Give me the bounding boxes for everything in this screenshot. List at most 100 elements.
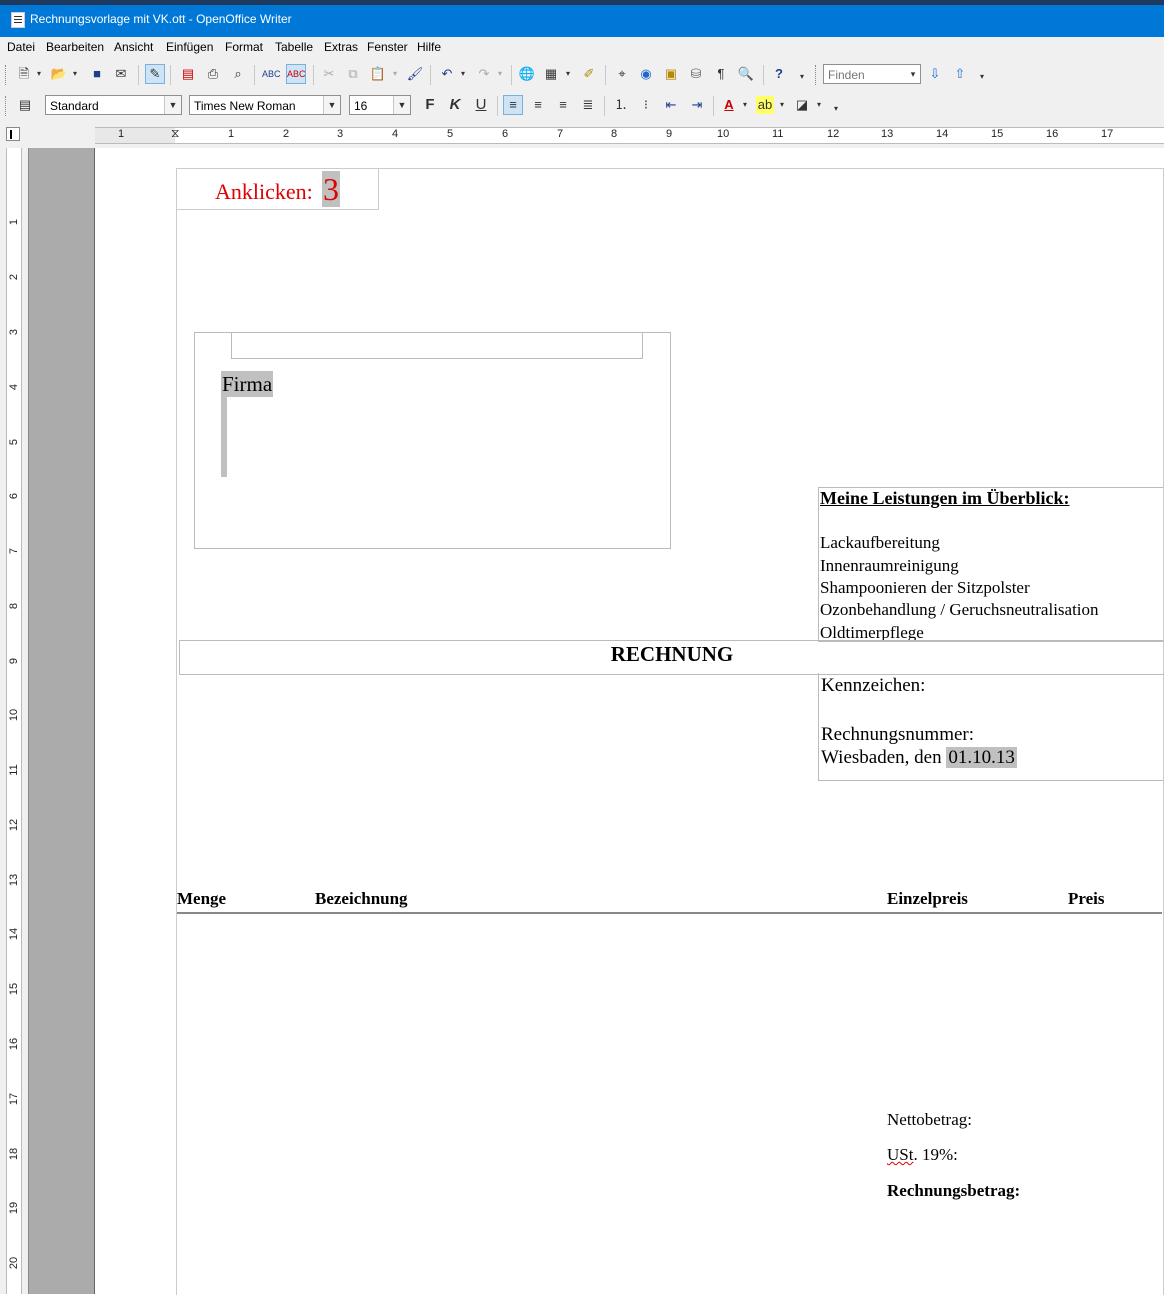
ruler-label: 9 xyxy=(8,657,20,665)
cut-icon[interactable]: ✂ xyxy=(320,65,338,83)
justify-icon[interactable]: ≣ xyxy=(579,96,597,114)
formatting-marks-icon[interactable]: ¶ xyxy=(712,65,730,83)
paste-icon[interactable]: 📋 xyxy=(369,65,387,83)
new-document-icon[interactable]: 🗎 xyxy=(15,65,33,83)
menu-fenster[interactable]: Fenster xyxy=(367,40,408,54)
navigator-icon[interactable]: ◉ xyxy=(637,65,655,83)
menu-hilfe[interactable]: Hilfe xyxy=(417,40,441,54)
vertical-ruler[interactable]: 1 2 3 4 5 6 7 8 9 10 11 12 13 14 15 16 1… xyxy=(0,148,28,1294)
gallery-icon[interactable]: ▣ xyxy=(662,65,680,83)
save-icon[interactable]: ■ xyxy=(88,65,106,83)
date-field[interactable]: 01.10.13 xyxy=(946,747,1017,768)
numbering-icon[interactable]: ⒈ xyxy=(612,96,630,114)
autospellcheck-icon[interactable]: ABC xyxy=(286,64,306,84)
horizontal-ruler[interactable]: 1 ⧖ 1 2 3 4 5 6 7 8 9 10 11 12 13 14 15 … xyxy=(0,122,1164,148)
highlighting-icon[interactable]: ab xyxy=(756,96,774,114)
edit-mode-icon[interactable]: ✎ xyxy=(145,64,165,84)
align-left-icon[interactable]: ≡ xyxy=(503,95,523,115)
toolbar-grip[interactable] xyxy=(5,96,9,116)
recipient-firma-field[interactable]: Firma xyxy=(221,371,274,397)
ruler-label: 14 xyxy=(936,128,949,140)
indent-marker-icon[interactable]: ⧖ xyxy=(171,126,179,141)
tab-type-icon[interactable] xyxy=(6,127,20,141)
paragraph-style-value: Standard xyxy=(50,99,99,113)
find-previous-icon[interactable]: ⇧ xyxy=(951,65,969,83)
ruler-label: 15 xyxy=(8,982,20,996)
new-dropdown-icon[interactable]: ▾ xyxy=(34,65,44,83)
menu-bearbeiten[interactable]: Bearbeiten xyxy=(46,40,104,54)
redo-dropdown-icon[interactable]: ▾ xyxy=(495,65,505,83)
open-dropdown-icon[interactable]: ▾ xyxy=(70,65,80,83)
highlighting-dropdown-icon[interactable]: ▾ xyxy=(777,96,787,114)
ruler-label: 2 xyxy=(283,128,290,140)
increase-indent-icon[interactable]: ⇥ xyxy=(688,96,706,114)
anklicken-value[interactable]: 3 xyxy=(322,171,340,207)
copy-icon[interactable]: ⧉ xyxy=(344,65,362,83)
toolbar-grip[interactable] xyxy=(815,65,819,85)
align-center-icon[interactable]: ≡ xyxy=(529,96,547,114)
chevron-down-icon[interactable]: ▼ xyxy=(323,96,340,114)
rechnung-title-frame[interactable]: RECHNUNG xyxy=(179,640,1164,675)
table-icon[interactable]: ▦ xyxy=(542,65,560,83)
column-header-bezeichnung: Bezeichnung xyxy=(315,889,408,908)
table-dropdown-icon[interactable]: ▾ xyxy=(563,65,573,83)
ruler-left-margin xyxy=(95,127,175,144)
address-placeholder-field[interactable] xyxy=(221,397,227,477)
ruler-label: 5 xyxy=(447,128,454,140)
redo-icon[interactable]: ↷ xyxy=(475,65,493,83)
help-icon[interactable]: ? xyxy=(770,65,788,83)
menu-datei[interactable]: Datei xyxy=(7,40,35,54)
anklicken-field[interactable]: Anklicken: 3 xyxy=(176,168,379,210)
email-icon[interactable]: ✉ xyxy=(112,65,130,83)
export-pdf-icon[interactable]: ▤ xyxy=(179,65,197,83)
column-header-menge: Menge xyxy=(177,889,227,908)
data-sources-icon[interactable]: ⛁ xyxy=(687,65,705,83)
styles-formatting-icon[interactable]: ▤ xyxy=(16,96,34,114)
ruler-label: 15 xyxy=(991,128,1004,140)
find-next-icon[interactable]: ⇩ xyxy=(926,65,944,83)
chevron-down-icon[interactable]: ▼ xyxy=(393,96,410,114)
background-color-dropdown-icon[interactable]: ▾ xyxy=(814,96,824,114)
invoice-info-frame[interactable]: Kennzeichen: Rechnungsnummer: Wiesbaden,… xyxy=(818,673,1163,781)
page-preview-icon[interactable]: ⌕ xyxy=(229,65,247,83)
sender-line-frame[interactable] xyxy=(231,333,643,359)
separator xyxy=(605,65,606,85)
zoom-icon[interactable]: 🔍 xyxy=(737,65,755,83)
menu-einfuegen[interactable]: Einfügen xyxy=(166,40,213,54)
background-color-icon[interactable]: ◪ xyxy=(793,96,811,114)
draw-functions-icon[interactable]: ✐ xyxy=(580,65,598,83)
font-color-icon[interactable]: A xyxy=(720,96,738,114)
decrease-indent-icon[interactable]: ⇤ xyxy=(662,96,680,114)
font-color-dropdown-icon[interactable]: ▾ xyxy=(740,96,750,114)
find-dropdown-icon[interactable]: ▾ xyxy=(905,65,921,83)
spellcheck-icon[interactable]: ABC xyxy=(262,65,281,83)
open-folder-icon[interactable]: 📂 xyxy=(50,65,68,83)
align-right-icon[interactable]: ≡ xyxy=(554,96,572,114)
menu-format[interactable]: Format xyxy=(225,40,263,54)
clone-format-icon[interactable]: 🖌 xyxy=(406,65,424,83)
menu-extras[interactable]: Extras xyxy=(324,40,358,54)
toolbar-grip[interactable] xyxy=(5,65,9,85)
address-frame[interactable]: Firma xyxy=(194,332,671,549)
format-toolbar-overflow-icon[interactable]: ▾ xyxy=(831,100,841,118)
bullets-icon[interactable]: ⁝ xyxy=(637,96,655,114)
italic-button[interactable]: K xyxy=(446,96,464,114)
hyperlink-icon[interactable]: 🌐 xyxy=(518,65,536,83)
underline-button[interactable]: U xyxy=(472,96,490,114)
chevron-down-icon[interactable]: ▼ xyxy=(164,96,181,114)
toolbar-overflow-icon[interactable]: ▾ xyxy=(797,68,807,86)
leistungen-frame[interactable]: Meine Leistungen im Überblick: Lackaufbe… xyxy=(818,487,1163,642)
find-toolbar-overflow-icon[interactable]: ▾ xyxy=(977,68,987,86)
print-icon[interactable]: ⎙ xyxy=(204,65,222,83)
menu-ansicht[interactable]: Ansicht xyxy=(114,40,153,54)
font-name-select[interactable]: Times New Roman ▼ xyxy=(189,95,341,115)
ruler-label: 19 xyxy=(8,1201,20,1215)
undo-dropdown-icon[interactable]: ▾ xyxy=(458,65,468,83)
bold-button[interactable]: F xyxy=(421,96,439,114)
undo-icon[interactable]: ↶ xyxy=(438,65,456,83)
font-size-select[interactable]: 16 ▼ xyxy=(349,95,411,115)
menu-tabelle[interactable]: Tabelle xyxy=(275,40,313,54)
paragraph-style-select[interactable]: Standard ▼ xyxy=(45,95,182,115)
find-replace-icon[interactable]: ⌖ xyxy=(613,65,631,83)
paste-dropdown-icon[interactable]: ▾ xyxy=(390,65,400,83)
